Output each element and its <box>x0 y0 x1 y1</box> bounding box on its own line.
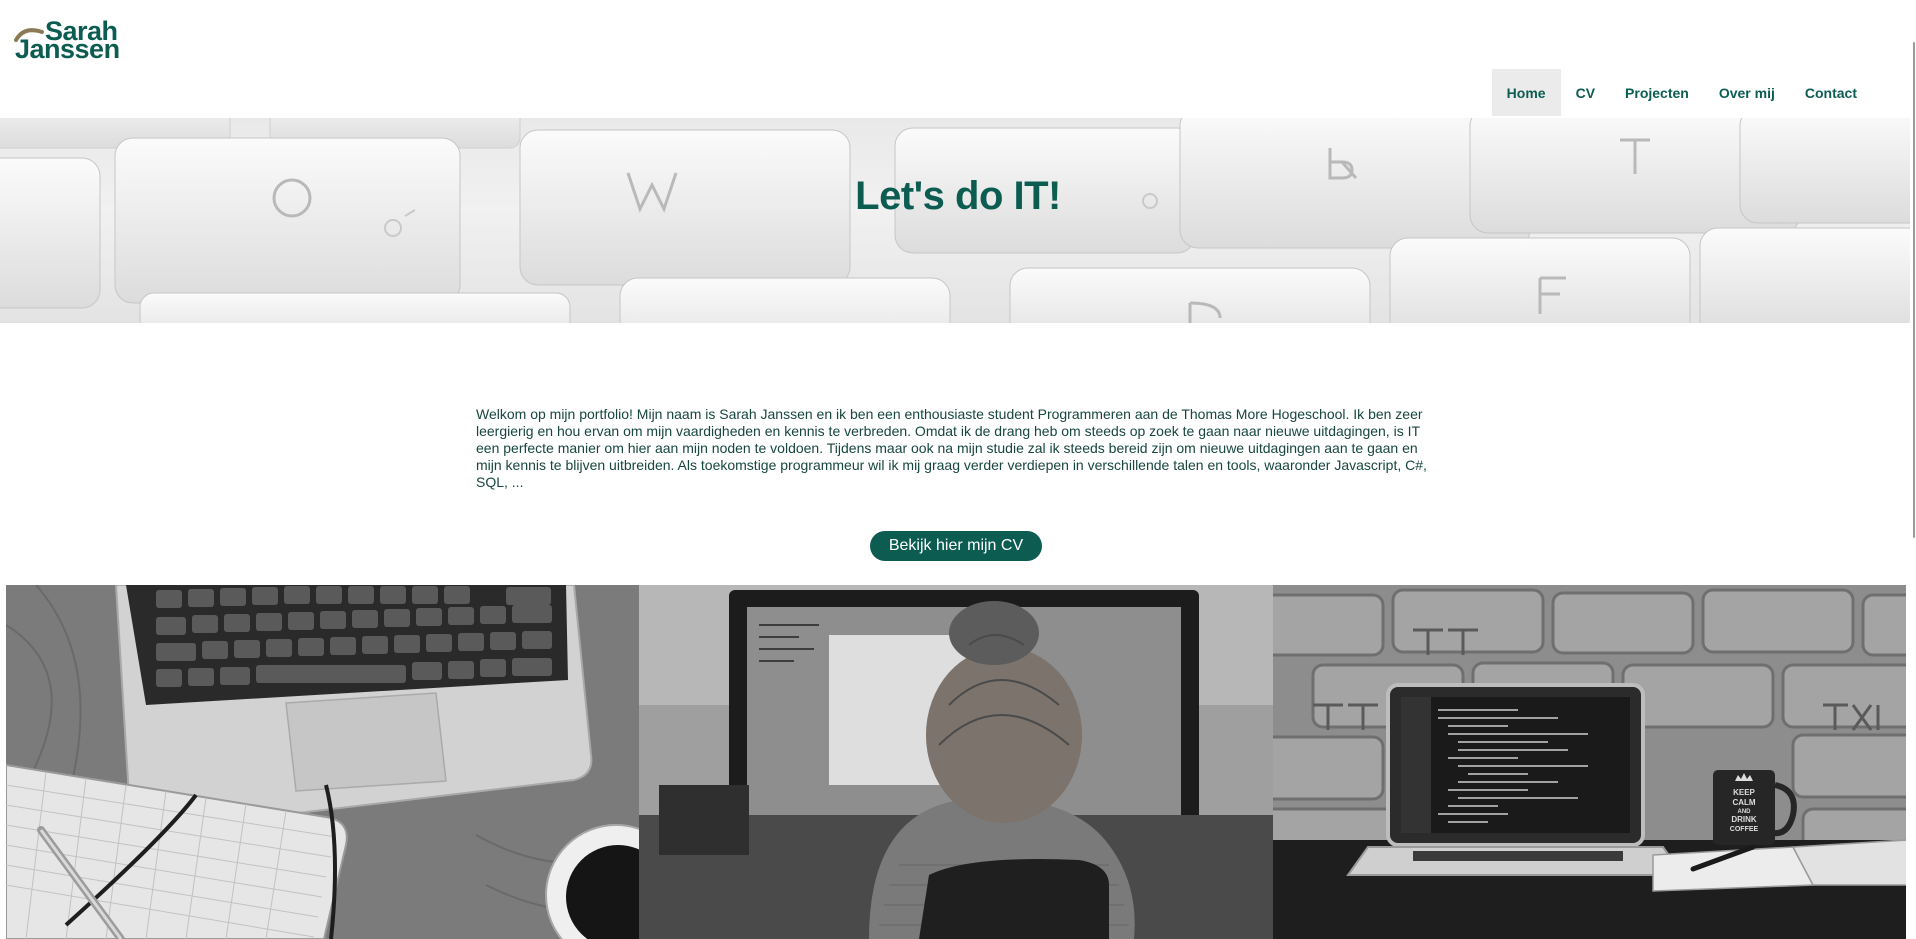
photo-woman-computer <box>639 585 1273 939</box>
woman-at-computer-image <box>639 585 1273 939</box>
intro-paragraph: Welkom op mijn portfolio! Mijn naam is S… <box>476 406 1427 490</box>
mug-text-keep: KEEP <box>1733 788 1755 797</box>
view-cv-button[interactable]: Bekijk hier mijn CV <box>870 531 1042 561</box>
photo-laptop-brick-wall: KEEP CALM AND DRINK COFFEE <box>1272 585 1906 939</box>
keyboard-background-image <box>0 118 1916 323</box>
mug-text-drink: DRINK <box>1731 815 1757 824</box>
mug-text-calm: CALM <box>1732 798 1755 807</box>
logo-last-name: Janssen <box>15 34 120 64</box>
mug-text-coffee: COFFEE <box>1729 826 1758 833</box>
photo-gallery: KEEP CALM AND DRINK COFFEE <box>6 585 1906 939</box>
nav-item-cv[interactable]: CV <box>1561 69 1610 116</box>
nav-item-over-mij[interactable]: Over mij <box>1704 69 1790 116</box>
nav-item-projecten[interactable]: Projecten <box>1610 69 1704 116</box>
hero-title: Let's do IT! <box>855 174 1061 218</box>
nav-item-home[interactable]: Home <box>1491 69 1561 116</box>
page-scrollbar[interactable] <box>1910 0 1916 939</box>
hero-banner: Let's do IT! <box>0 118 1916 323</box>
laptop-notebook-image <box>6 585 640 939</box>
photo-laptop-notebook <box>6 585 640 939</box>
logo[interactable]: Sarah Janssen <box>14 18 124 64</box>
nav-item-contact[interactable]: Contact <box>1790 69 1872 116</box>
laptop-brick-wall-image: KEEP CALM AND DRINK COFFEE <box>1272 585 1906 939</box>
scrollbar-thumb[interactable] <box>1913 42 1915 538</box>
main-nav: Home CV Projecten Over mij Contact <box>1491 69 1872 116</box>
